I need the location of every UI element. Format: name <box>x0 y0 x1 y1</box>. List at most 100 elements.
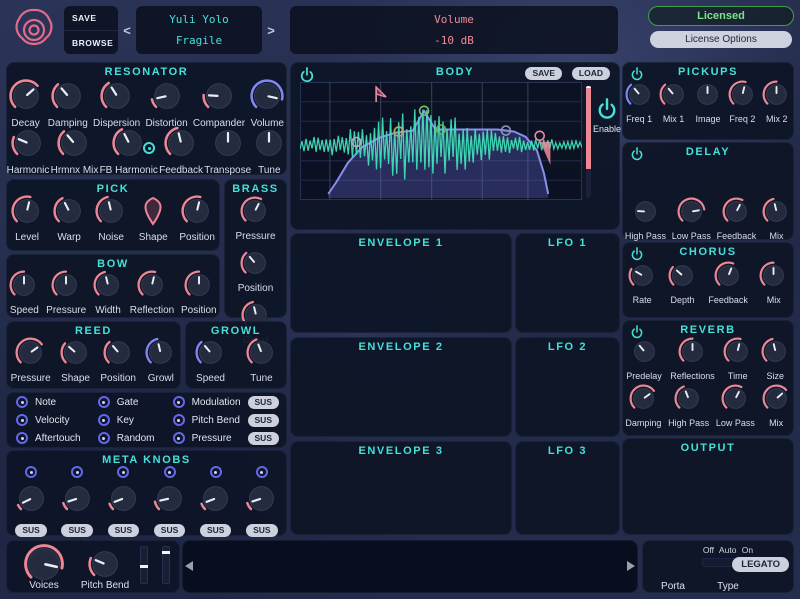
body-range-bar[interactable] <box>300 206 574 211</box>
low-pass-knob[interactable]: Low Pass <box>716 384 755 428</box>
mod-source-note[interactable]: Note <box>16 393 98 411</box>
size-knob-dial[interactable] <box>761 337 790 371</box>
growl-knob[interactable]: Growl <box>145 337 176 384</box>
speed-knob[interactable]: Speed <box>195 337 226 384</box>
body-power-icon[interactable] <box>299 67 315 83</box>
tune-knob-dial[interactable] <box>252 126 286 165</box>
chorus-power-icon[interactable] <box>630 247 644 261</box>
harmonic-knob-dial[interactable] <box>11 126 45 165</box>
velocity-radio[interactable] <box>16 414 28 426</box>
modulation-radio[interactable] <box>172 396 185 408</box>
note-radio[interactable] <box>16 396 28 408</box>
low-pass-knob[interactable]: Low Pass <box>672 197 711 241</box>
mod-source-random[interactable]: Random <box>97 429 173 447</box>
warp-knob[interactable]: Warp <box>53 195 85 243</box>
depth-knob[interactable]: Depth <box>668 261 697 305</box>
reflection-knob[interactable]: Reflection <box>130 270 174 316</box>
key-radio[interactable] <box>97 414 110 426</box>
body-graph[interactable] <box>299 82 583 200</box>
mod-source-modulation[interactable]: Modulation SUS <box>172 393 279 411</box>
body-load-button[interactable]: LOAD <box>571 67 610 80</box>
speed-knob[interactable]: Speed <box>9 270 39 316</box>
damping-knob-dial[interactable] <box>629 384 658 418</box>
meta-knob-4-radio[interactable] <box>163 466 176 478</box>
feedback-knob[interactable]: Feedback <box>159 126 203 176</box>
speed-knob-dial[interactable] <box>9 270 39 305</box>
meta-knob-2-sus-button[interactable]: SUS <box>61 524 93 537</box>
mod-source-aftertouch[interactable]: Aftertouch <box>16 429 98 447</box>
time-knob[interactable]: Time <box>723 337 752 381</box>
compander-knob-dial[interactable] <box>202 79 236 118</box>
meta-knob-6-sus-button[interactable]: SUS <box>246 524 278 537</box>
distortion-knob[interactable]: Distortion <box>145 79 188 129</box>
meta-knob-3-dial[interactable] <box>107 482 140 520</box>
speed-knob-dial[interactable] <box>195 337 226 373</box>
warp-knob-dial[interactable] <box>53 195 85 232</box>
mix-knob-dial[interactable] <box>762 197 791 231</box>
pressure-knob[interactable]: Pressure <box>235 196 276 242</box>
dispersion-knob[interactable]: Dispersion <box>93 79 140 129</box>
piano-keyboard[interactable] <box>196 542 628 591</box>
noise-knob-dial[interactable] <box>95 195 127 232</box>
mix-2-knob[interactable]: Mix 2 <box>762 80 791 124</box>
predelay-knob[interactable]: Predelay <box>626 337 662 381</box>
image-knob[interactable]: Image <box>693 80 722 124</box>
meta-knob-1-radio[interactable] <box>25 466 38 478</box>
mini-vertical-slider-1[interactable] <box>140 546 148 584</box>
rate-knob-dial[interactable] <box>628 261 657 295</box>
mix-knob[interactable]: Mix <box>759 261 788 305</box>
size-knob[interactable]: Size <box>761 337 790 381</box>
position-knob[interactable]: Position <box>100 337 136 384</box>
compander-knob[interactable]: Compander <box>193 79 245 129</box>
meta-knob-2-dial[interactable] <box>61 482 94 520</box>
transpose-knob[interactable]: Transpose <box>204 126 251 176</box>
position-knob-dial[interactable] <box>184 270 214 305</box>
meta-knob-3-sus-button[interactable]: SUS <box>107 524 140 537</box>
reflections-knob[interactable]: Reflections <box>670 337 715 381</box>
meta-knob-1[interactable]: SUS <box>15 466 48 537</box>
pitch-bend-radio[interactable] <box>172 414 185 426</box>
random-radio[interactable] <box>97 432 110 444</box>
pressure-knob-dial[interactable] <box>51 270 81 305</box>
aftertouch-radio[interactable] <box>16 432 28 444</box>
freq-1-knob-dial[interactable] <box>625 80 654 114</box>
mod-source-velocity[interactable]: Velocity <box>16 411 98 429</box>
time-knob-dial[interactable] <box>723 337 752 371</box>
body-level-slider[interactable] <box>586 86 591 198</box>
mix-knob-dial[interactable] <box>762 384 791 418</box>
decay-knob-dial[interactable] <box>8 79 43 118</box>
transpose-knob-dial[interactable] <box>211 126 245 165</box>
pick-shape-icon[interactable] <box>137 195 169 232</box>
pressure-knob[interactable]: Pressure <box>11 337 51 384</box>
noise-knob[interactable]: Noise <box>95 195 127 243</box>
width-knob-dial[interactable] <box>93 270 123 305</box>
preset-display[interactable]: Yuli Yolo Fragile <box>136 6 262 54</box>
level-knob[interactable]: Level <box>11 195 43 243</box>
preset-next-button[interactable]: > <box>264 6 278 54</box>
damping-knob[interactable]: Damping <box>48 79 88 129</box>
shape-knob-dial[interactable] <box>60 337 91 373</box>
meta-knob-6-dial[interactable] <box>245 482 278 520</box>
position-knob-dial[interactable] <box>103 337 134 373</box>
dispersion-knob-dial[interactable] <box>99 79 134 118</box>
keyboard-scroll-right-icon[interactable] <box>627 561 635 571</box>
pitch-bend-sus-button[interactable]: SUS <box>247 413 279 427</box>
meta-knob-1-sus-button[interactable]: SUS <box>15 524 47 537</box>
position-knob-dial[interactable] <box>240 248 270 283</box>
mod-source-pressure[interactable]: Pressure SUS <box>172 429 279 447</box>
high-pass-knob[interactable]: High Pass <box>668 384 709 428</box>
meta-knob-6[interactable]: SUS <box>245 466 278 537</box>
keyboard-scroll-left-icon[interactable] <box>185 561 193 571</box>
gate-radio[interactable] <box>97 396 110 408</box>
fb-harmonic-knob-dial[interactable] <box>112 126 146 165</box>
damping-knob[interactable]: Damping <box>625 384 661 428</box>
license-options-button[interactable]: License Options <box>650 31 792 48</box>
tune-knob-dial[interactable] <box>246 337 277 373</box>
shape-knob[interactable]: Shape <box>137 195 169 243</box>
hrmnx-mix-knob[interactable]: Hrmnx Mix <box>51 126 98 176</box>
meta-knob-5[interactable]: SUS <box>199 466 232 537</box>
licensed-badge[interactable]: Licensed <box>648 6 794 26</box>
meta-knob-1-dial[interactable] <box>15 482 48 520</box>
feedback-knob[interactable]: Feedback <box>717 197 756 241</box>
mod-source-pitch-bend[interactable]: Pitch Bend SUS <box>172 411 279 429</box>
